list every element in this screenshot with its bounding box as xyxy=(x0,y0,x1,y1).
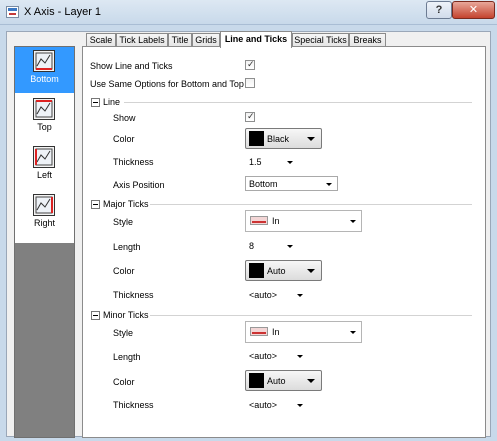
minor-length-value: <auto> xyxy=(249,351,278,361)
minor-ticks-title: Minor Ticks xyxy=(103,310,149,320)
chevron-down-icon xyxy=(297,294,303,297)
major-ticks-collapse-toggle[interactable] xyxy=(91,200,100,209)
tick-style-swatch-icon xyxy=(250,327,268,336)
minor-thickness-label: Thickness xyxy=(113,400,154,410)
chevron-down-icon xyxy=(307,379,315,383)
line-thickness-label: Thickness xyxy=(113,157,154,167)
major-thickness-label: Thickness xyxy=(113,290,154,300)
minor-color-swatch xyxy=(249,373,264,388)
major-style-value: In xyxy=(272,216,280,226)
tick-style-swatch-icon xyxy=(250,216,268,225)
minor-length-combo[interactable]: <auto> xyxy=(245,348,309,363)
minor-color-dropdown[interactable]: Auto xyxy=(245,370,322,391)
chevron-down-icon xyxy=(350,331,356,334)
major-length-label: Length xyxy=(113,242,141,252)
minor-color-label: Color xyxy=(113,377,135,387)
axis-item-label: Right xyxy=(33,218,55,228)
major-color-label: Color xyxy=(113,266,135,276)
tab-line-and-ticks[interactable]: Line and Ticks xyxy=(220,31,292,48)
minor-ticks-divider xyxy=(150,315,472,316)
close-button[interactable]: ✕ xyxy=(452,1,495,19)
axis-item-right[interactable]: Right xyxy=(15,191,74,237)
line-thickness-value: 1.5 xyxy=(249,157,262,167)
tab-grids[interactable]: Grids xyxy=(192,33,220,47)
line-color-dropdown[interactable]: Black xyxy=(245,128,322,149)
minor-thickness-value: <auto> xyxy=(249,400,278,410)
minor-ticks-collapse-toggle[interactable] xyxy=(91,311,100,320)
major-color-swatch xyxy=(249,263,264,278)
line-group-collapse-toggle[interactable] xyxy=(91,98,100,107)
axis-position-value: Bottom xyxy=(249,179,278,189)
tab-tick-labels[interactable]: Tick Labels xyxy=(116,33,168,47)
tab-special-ticks[interactable]: Special Ticks xyxy=(292,33,349,47)
chevron-down-icon xyxy=(297,404,303,407)
major-length-combo[interactable]: 8 xyxy=(245,238,299,253)
major-style-select[interactable]: In xyxy=(245,210,362,232)
axis-item-top[interactable]: Top xyxy=(15,95,74,141)
chevron-down-icon xyxy=(350,220,356,223)
major-ticks-divider xyxy=(150,204,472,205)
line-show-checkbox[interactable] xyxy=(245,111,255,122)
line-group-divider xyxy=(124,102,472,103)
line-group-title: Line xyxy=(103,97,121,107)
chevron-down-icon xyxy=(326,183,332,186)
minor-thickness-combo[interactable]: <auto> xyxy=(245,397,309,412)
chevron-down-icon xyxy=(287,245,293,248)
major-thickness-value: <auto> xyxy=(249,290,278,300)
axis-item-label: Top xyxy=(37,122,52,132)
same-options-label: Use Same Options for Bottom and Top xyxy=(90,79,244,89)
axis-item-label: Bottom xyxy=(30,74,59,84)
major-length-value: 8 xyxy=(249,241,255,251)
app-icon xyxy=(6,6,19,18)
axis-item-label: Left xyxy=(36,170,52,180)
line-color-value: Black xyxy=(267,134,290,144)
minor-color-value: Auto xyxy=(267,376,286,386)
chevron-down-icon xyxy=(307,269,315,273)
show-line-ticks-checkbox[interactable] xyxy=(245,59,255,70)
minor-style-label: Style xyxy=(113,328,134,338)
chevron-down-icon xyxy=(297,355,303,358)
chevron-down-icon xyxy=(307,137,315,141)
axis-right-icon xyxy=(33,194,55,216)
title-bar: X Axis - Layer 1 ? ✕ xyxy=(0,0,497,25)
line-show-label: Show xyxy=(113,113,136,123)
tab-title[interactable]: Title xyxy=(168,33,192,47)
line-color-label: Color xyxy=(113,134,135,144)
minor-style-value: In xyxy=(272,327,280,337)
axis-position-select[interactable]: Bottom xyxy=(245,176,338,191)
major-color-value: Auto xyxy=(267,266,286,276)
line-thickness-combo[interactable]: 1.5 xyxy=(245,154,299,169)
window-title: X Axis - Layer 1 xyxy=(24,6,102,18)
major-thickness-combo[interactable]: <auto> xyxy=(245,287,309,302)
major-ticks-title: Major Ticks xyxy=(103,199,149,209)
minor-length-label: Length xyxy=(113,352,141,362)
same-options-checkbox[interactable] xyxy=(245,78,255,88)
help-button[interactable]: ? xyxy=(426,1,452,19)
line-color-swatch xyxy=(249,131,264,146)
axis-top-icon xyxy=(33,98,55,120)
minor-style-select[interactable]: In xyxy=(245,321,362,343)
major-color-dropdown[interactable]: Auto xyxy=(245,260,322,281)
axis-item-bottom[interactable]: Bottom xyxy=(15,47,74,93)
show-line-ticks-label: Show Line and Ticks xyxy=(90,61,173,71)
axis-left-icon xyxy=(33,146,55,168)
axis-selector-panel: Bottom Top Left Right xyxy=(14,46,75,438)
tab-scale[interactable]: Scale xyxy=(86,33,116,47)
tab-breaks[interactable]: Breaks xyxy=(349,33,386,47)
chevron-down-icon xyxy=(287,161,293,164)
major-style-label: Style xyxy=(113,217,134,227)
axis-item-left[interactable]: Left xyxy=(15,143,74,189)
axis-bottom-icon xyxy=(33,50,55,72)
axis-position-label: Axis Position xyxy=(113,180,165,190)
